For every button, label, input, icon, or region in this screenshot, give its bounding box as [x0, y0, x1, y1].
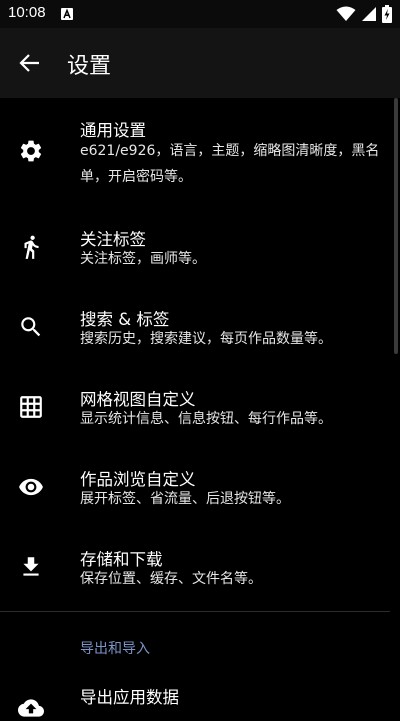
status-time: 10:08 — [8, 4, 46, 21]
search-icon — [21, 317, 41, 337]
setting-subtitle: 保存位置、缓存、文件名等。 — [80, 571, 262, 587]
settings-list: 通用设置 e621/e926，语言，主题，缩略图清晰度，黑名单，开启密码等。 关… — [0, 98, 400, 717]
grid-icon — [20, 396, 42, 418]
walk-icon — [24, 235, 39, 259]
setting-grid-view[interactable]: 网格视图自定义 显示统计信息、信息按钮、每行作品等。 — [0, 368, 390, 448]
setting-title: 导出应用数据 — [80, 688, 179, 707]
scrollbar[interactable] — [394, 98, 398, 354]
setting-subtitle: 展开标签、省流量、后退按钮等。 — [80, 491, 290, 507]
setting-subtitle: e621/e926，语言，主题，缩略图清晰度，黑名单，开启密码等。 — [80, 143, 380, 185]
signal-icon — [362, 7, 376, 21]
page-title: 设置 — [67, 54, 112, 79]
setting-followed-tags[interactable]: 关注标签 关注标签，画师等。 — [0, 208, 390, 288]
setting-post-view[interactable]: 作品浏览自定义 展开标签、省流量、后退按钮等。 — [0, 448, 390, 528]
setting-subtitle: 显示统计信息、信息按钮、每行作品等。 — [80, 411, 332, 427]
setting-subtitle: 搜索历史，搜索建议，每页作品数量等。 — [80, 331, 332, 347]
section-divider — [0, 611, 390, 612]
section-header-export-import: 导出和导入 — [80, 641, 150, 657]
battery-charging-icon — [382, 5, 392, 23]
notification-app-icon — [61, 8, 73, 20]
setting-storage-download[interactable]: 存储和下载 保存位置、缓存、文件名等。 — [0, 528, 390, 608]
setting-search-tags[interactable]: 搜索 & 标签 搜索历史，搜索建议，每页作品数量等。 — [0, 288, 390, 368]
eye-icon — [19, 478, 43, 496]
setting-subtitle: 关注标签，画师等。 — [80, 251, 206, 267]
wifi-icon — [336, 6, 356, 21]
cloud-upload-icon — [18, 699, 44, 717]
back-arrow-icon[interactable] — [12, 45, 48, 81]
status-bar: 10:08 — [0, 0, 400, 28]
gear-icon — [20, 140, 42, 162]
download-icon — [23, 557, 39, 576]
setting-export-data[interactable]: 导出应用数据 — [0, 673, 390, 717]
app-bar: 设置 — [0, 28, 400, 98]
setting-general[interactable]: 通用设置 e621/e926，语言，主题，缩略图清晰度，黑名单，开启密码等。 — [0, 98, 390, 208]
